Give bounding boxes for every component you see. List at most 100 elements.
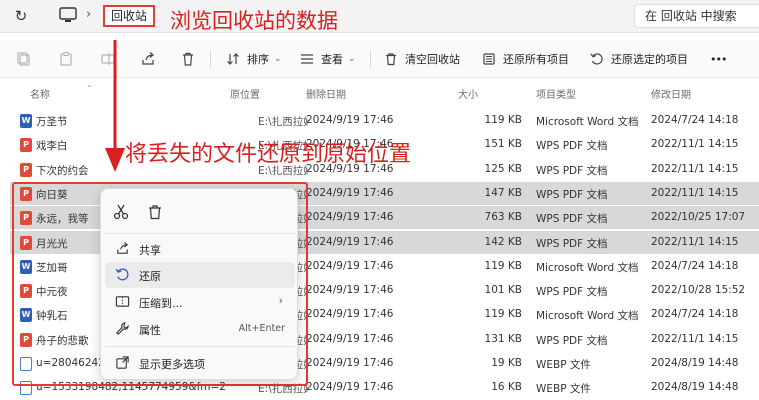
column-modified[interactable]: 修改日期 <box>651 86 691 101</box>
restore-all-label: 还原所有项目 <box>503 53 569 66</box>
cell-size: 147 KB <box>484 186 522 199</box>
restore-all-button[interactable]: 还原所有项目 <box>482 49 569 69</box>
chevron-down-icon: ⌄ <box>348 54 356 64</box>
cell-modified: 2022/11/1 14:15 <box>651 235 739 248</box>
restore-icon <box>590 53 603 65</box>
menu-divider <box>105 346 295 347</box>
annotation-restore: 将丢失的文件还原到原始位置 <box>125 142 412 167</box>
copy-icon <box>17 52 30 66</box>
cell-deleted: 2024/9/19 17:46 <box>306 381 394 394</box>
context-menu: 共享 还原 压缩到... › 属性 Alt+Enter 显示更多选项 <box>100 188 298 380</box>
copy-button[interactable] <box>16 49 32 69</box>
cell-size: 101 KB <box>484 284 522 297</box>
menu-item-label: 还原 <box>139 270 161 283</box>
cut-icon[interactable] <box>112 203 130 221</box>
sort-icon <box>227 53 239 65</box>
cell-size: 151 KB <box>484 138 522 151</box>
menu-divider <box>105 233 295 234</box>
cell-type: WPS PDF 文档 <box>536 188 608 201</box>
cell-deleted: 2024/9/19 17:46 <box>306 259 394 272</box>
cell-type: WPS PDF 文档 <box>536 334 608 347</box>
zip-folder-icon <box>115 296 130 307</box>
column-deleted[interactable]: 删除日期 <box>306 86 346 101</box>
more-options-button[interactable]: ••• <box>710 49 727 69</box>
cell-size: 125 KB <box>484 162 522 175</box>
empty-label: 清空回收站 <box>405 53 460 66</box>
cell-deleted: 2024/9/19 17:46 <box>306 357 394 369</box>
cell-modified: 2022/10/25 17:07 <box>651 211 746 224</box>
trash-icon <box>386 53 396 66</box>
paste-button[interactable] <box>58 49 74 69</box>
cell-type: WPS PDF 文档 <box>536 164 608 177</box>
share-icon <box>117 241 129 254</box>
menu-item-label: 共享 <box>139 244 161 257</box>
sort-button[interactable]: 排序 ⌄ <box>226 49 282 69</box>
share-button[interactable] <box>140 49 156 69</box>
cell-type: Microsoft Word 文档 <box>536 310 639 323</box>
menu-item-label: 显示更多选项 <box>139 358 205 371</box>
restore-selected-label: 还原选定的项目 <box>611 53 688 66</box>
column-type[interactable]: 项目类型 <box>536 86 576 101</box>
cell-modified: 2022/11/1 14:15 <box>651 186 739 199</box>
share-icon <box>142 52 154 65</box>
cell-size: 19 KB <box>491 357 522 369</box>
empty-recycle-bin-button[interactable]: 清空回收站 <box>384 49 460 69</box>
column-size[interactable]: 大小 <box>458 86 478 101</box>
cell-deleted: 2024/9/19 17:46 <box>306 235 394 248</box>
cell-modified: 2024/8/19 14:48 <box>651 357 739 369</box>
cell-type: WEBP 文件 <box>536 383 591 396</box>
search-input[interactable]: 在 回收站 中搜索 <box>634 4 759 28</box>
trash-icon[interactable] <box>146 203 164 221</box>
view-icon <box>301 54 313 64</box>
chevron-down-icon: ⌄ <box>274 54 282 64</box>
column-location[interactable]: 原位置 <box>230 86 260 101</box>
cell-size: 119 KB <box>484 308 522 321</box>
chevron-right-icon: › <box>86 7 92 22</box>
cell-deleted: 2024/9/19 17:46 <box>306 114 394 126</box>
view-label: 查看 <box>321 53 343 66</box>
this-pc-icon[interactable] <box>58 6 78 24</box>
shortcut-label: Alt+Enter <box>238 323 285 334</box>
cell-size: 119 KB <box>484 114 522 126</box>
cell-size: 16 KB <box>491 381 522 394</box>
word-file-icon: W <box>20 114 32 128</box>
menu-item-restore[interactable]: 还原 <box>105 262 295 288</box>
breadcrumb-recycle-bin[interactable]: 回收站 <box>103 5 156 27</box>
trash-icon <box>183 52 193 66</box>
toolbar-separator <box>210 50 211 68</box>
cell-modified: 2024/7/24 14:18 <box>651 259 739 272</box>
view-button[interactable]: 查看 ⌄ <box>300 49 356 69</box>
address-bar: ↻ › 回收站 在 回收站 中搜索 <box>0 0 759 33</box>
menu-item-share[interactable]: 共享 <box>105 236 295 262</box>
delete-button[interactable] <box>180 49 196 69</box>
restore-selected-button[interactable]: 还原选定的项目 <box>590 49 688 69</box>
menu-item-properties[interactable]: 属性 Alt+Enter <box>105 316 295 342</box>
restore-all-icon <box>483 53 495 65</box>
more-options-icon <box>116 356 129 369</box>
cell-type: WPS PDF 文档 <box>536 213 608 226</box>
paste-icon <box>60 52 72 66</box>
pdf-file-icon: P <box>20 162 32 177</box>
cell-modified: 2024/7/24 14:18 <box>651 308 739 321</box>
cell-modified: 2022/11/1 14:15 <box>651 332 739 345</box>
context-menu-quick-actions <box>101 189 297 233</box>
cell-modified: 2022/11/1 14:15 <box>651 162 739 175</box>
sort-up-icon: ⌃ <box>86 84 93 93</box>
menu-item-label: 属性 <box>139 324 161 337</box>
cell-deleted: 2024/9/19 17:46 <box>306 308 394 321</box>
column-name[interactable]: 名称 <box>30 86 50 101</box>
menu-item-more-options[interactable]: 显示更多选项 <box>105 350 295 376</box>
pdf-file-icon: P <box>20 138 32 153</box>
cell-type: WPS PDF 文档 <box>536 237 608 250</box>
cell-name: 万圣节 <box>36 116 68 128</box>
cell-size: 142 KB <box>484 235 522 248</box>
wrench-icon <box>116 322 129 335</box>
menu-item-label: 压缩到... <box>139 297 183 310</box>
refresh-icon[interactable]: ↻ <box>12 7 30 25</box>
cell-deleted: 2024/9/19 17:46 <box>306 332 394 345</box>
cell-type: WEBP 文件 <box>536 359 591 371</box>
restore-icon <box>115 268 129 281</box>
menu-item-compress[interactable]: 压缩到... › <box>105 289 295 315</box>
cell-deleted: 2024/9/19 17:46 <box>306 284 394 297</box>
cell-size: 119 KB <box>484 259 522 272</box>
